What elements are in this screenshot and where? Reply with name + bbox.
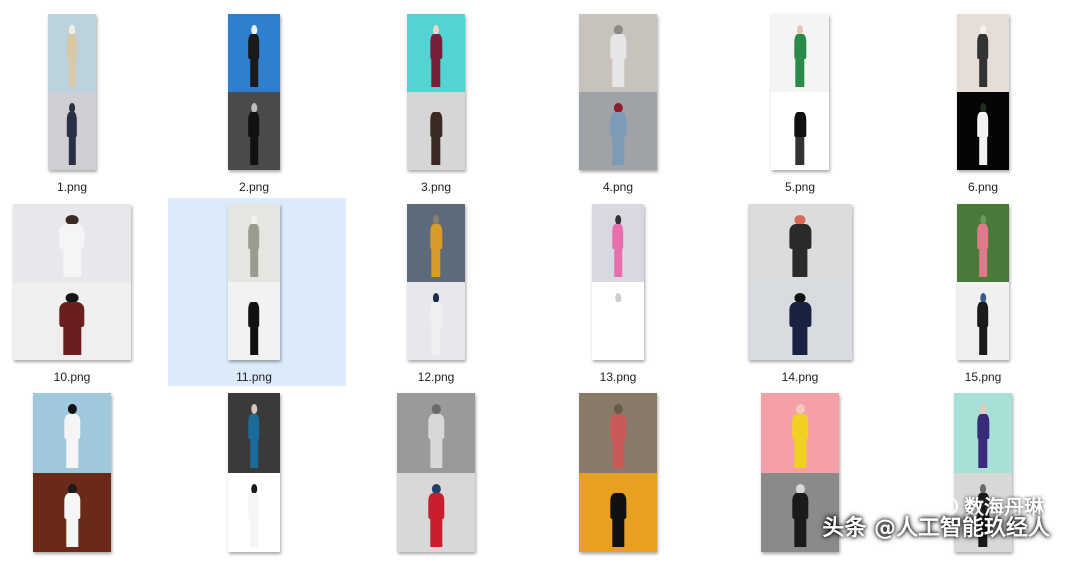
person-figure <box>975 214 991 278</box>
thumbnail-top-photo <box>748 204 852 282</box>
person-figure <box>610 292 626 356</box>
person-figure <box>784 214 815 278</box>
thumbnail-bottom-photo <box>579 92 657 170</box>
person-figure <box>65 102 79 166</box>
person-figure <box>427 292 444 356</box>
thumbnail-top-photo <box>407 14 465 92</box>
thumbnail-top-photo <box>407 204 465 282</box>
thumbnail-top-photo <box>592 204 644 282</box>
file-name-label: 1.png <box>56 180 88 194</box>
thumbnail-bottom-photo <box>748 282 852 360</box>
person-figure <box>791 102 808 166</box>
person-figure <box>65 24 79 88</box>
file-thumbnail <box>957 204 1009 360</box>
file-thumbnail <box>228 204 280 360</box>
person-figure <box>791 24 808 88</box>
thumbnail-top-photo <box>957 204 1009 282</box>
file-name-label: 4.png <box>602 180 634 194</box>
file-name-label: 11.png <box>236 370 272 384</box>
thumbnail-top-photo <box>954 393 1012 473</box>
thumbnail-bottom-photo <box>771 92 829 170</box>
file-name-label: 10.png <box>53 370 91 384</box>
thumbnail-top-photo <box>579 14 657 92</box>
file-thumbnail <box>771 14 829 170</box>
person-figure <box>246 214 262 278</box>
person-figure <box>246 102 262 166</box>
person-figure <box>606 483 629 548</box>
thumbnail-bottom-photo <box>228 282 280 360</box>
person-figure <box>246 24 262 88</box>
file-thumbnail <box>48 14 96 170</box>
file-thumbnail <box>407 204 465 360</box>
thumbnail-bottom-photo <box>397 472 475 552</box>
person-figure <box>60 483 83 548</box>
thumbnail-top-photo <box>33 393 111 473</box>
person-figure <box>427 102 444 166</box>
person-figure <box>975 24 991 88</box>
file-name-label: 6.png <box>967 180 999 194</box>
file-thumbnail <box>957 14 1009 170</box>
file-name-label: 15.png <box>964 370 1002 384</box>
thumbnail-top-photo <box>48 14 96 92</box>
person-figure <box>975 102 991 166</box>
thumbnail-top-photo <box>957 14 1009 92</box>
thumbnail-top-photo <box>771 14 829 92</box>
thumbnail-top-photo <box>228 204 280 282</box>
thumbnail-top-photo <box>761 393 839 473</box>
person-figure <box>606 24 629 88</box>
file-thumbnail <box>579 14 657 170</box>
person-figure <box>424 404 447 468</box>
person-figure <box>54 292 89 356</box>
person-figure <box>610 214 626 278</box>
thumbnail-bottom-photo <box>957 92 1009 170</box>
person-figure <box>427 24 444 88</box>
person-figure <box>246 404 262 468</box>
thumbnail-bottom-photo <box>33 472 111 552</box>
file-name-label: 12.png <box>417 370 455 384</box>
thumbnail-top-photo <box>579 393 657 473</box>
thumbnail-bottom-photo <box>407 92 465 170</box>
person-figure <box>246 292 262 356</box>
thumbnail-bottom-photo <box>407 282 465 360</box>
person-figure <box>788 483 811 548</box>
file-thumbnail <box>579 393 657 552</box>
file-thumbnail <box>13 204 131 360</box>
thumbnail-bottom-photo <box>13 282 131 360</box>
person-figure <box>606 404 629 468</box>
person-figure <box>427 214 444 278</box>
file-thumbnail <box>592 204 644 360</box>
file-name-label: 5.png <box>784 180 816 194</box>
thumbnail-bottom-photo <box>592 282 644 360</box>
file-thumbnail <box>33 393 111 552</box>
file-thumbnail <box>407 14 465 170</box>
thumbnail-top-photo <box>397 393 475 473</box>
person-figure <box>424 483 447 548</box>
file-name-label: 2.png <box>238 180 270 194</box>
file-thumbnail <box>228 14 280 170</box>
file-thumbnail <box>228 393 280 552</box>
thumbnail-bottom-photo <box>228 92 280 170</box>
person-figure <box>54 214 89 278</box>
person-figure <box>60 404 83 468</box>
person-figure <box>974 404 991 468</box>
thumbnail-bottom-photo <box>228 472 280 552</box>
person-figure <box>788 404 811 468</box>
person-figure <box>246 483 262 548</box>
person-figure <box>975 292 991 356</box>
person-figure <box>784 292 815 356</box>
thumbnail-bottom-photo <box>579 472 657 552</box>
file-thumbnail <box>748 204 852 360</box>
thumbnail-bottom-photo <box>957 282 1009 360</box>
thumbnail-top-photo <box>228 393 280 473</box>
file-name-label: 13.png <box>599 370 637 384</box>
thumbnail-bottom-photo <box>48 92 96 170</box>
file-thumbnail <box>397 393 475 552</box>
file-name-label: 3.png <box>420 180 452 194</box>
person-figure <box>606 102 629 166</box>
thumbnail-top-photo <box>228 14 280 92</box>
thumbnail-top-photo <box>13 204 131 282</box>
file-name-label: 14.png <box>781 370 819 384</box>
toutiao-watermark: 头条 @人工智能玖经人 <box>822 516 1050 541</box>
